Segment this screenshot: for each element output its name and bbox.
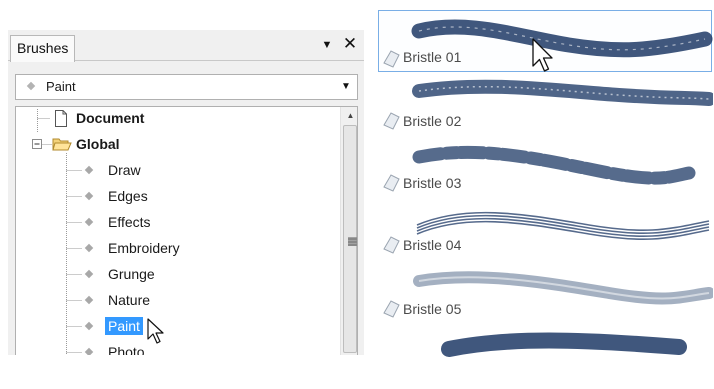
tree-item-label: Document bbox=[76, 110, 145, 126]
expander-box[interactable] bbox=[32, 139, 42, 149]
tree-item-label: Effects bbox=[108, 214, 151, 230]
tree-item-label: Nature bbox=[108, 292, 151, 308]
brush-preview-list: Bristle 01 Bristle 02 Bristle 03 Bristle… bbox=[376, 0, 714, 357]
dropdown-value: Paint bbox=[46, 79, 76, 94]
brush-item-bristle-02[interactable]: Bristle 02 bbox=[378, 74, 713, 136]
tree-item-nature[interactable]: Nature bbox=[108, 289, 150, 311]
tree-item-edges[interactable]: Edges bbox=[108, 185, 148, 207]
diamond-icon bbox=[26, 81, 36, 91]
brush-item-bristle-04[interactable]: Bristle 04 bbox=[378, 198, 712, 260]
brush-item-bristle-05[interactable]: Bristle 05 bbox=[378, 262, 713, 324]
brush-category-dropdown[interactable]: Paint ▼ bbox=[15, 74, 358, 100]
tree-item-label: Draw bbox=[108, 162, 141, 178]
tree-item-global[interactable]: Global bbox=[76, 133, 120, 155]
tree-item-grunge[interactable]: Grunge bbox=[108, 263, 155, 285]
tree-item-draw[interactable]: Draw bbox=[108, 159, 141, 181]
tree-item-photo[interactable]: Photo bbox=[108, 341, 145, 355]
brushes-panel: Brushes ▼ ✕ Paint ▼ Document Global Draw… bbox=[8, 30, 364, 355]
brush-item-bristle-01[interactable]: Bristle 01 bbox=[378, 10, 713, 72]
tree-item-label: Embroidery bbox=[108, 240, 180, 256]
tree-item-embroidery[interactable]: Embroidery bbox=[108, 237, 180, 259]
scrollbar-thumb[interactable]: ▬ ▬ ▬ bbox=[343, 125, 357, 353]
brush-label: Bristle 02 bbox=[403, 113, 462, 129]
brush-tree: Document Global Draw Edges Effects Embro… bbox=[15, 106, 358, 355]
brush-label: Bristle 04 bbox=[403, 237, 462, 253]
tree-item-label: Paint bbox=[105, 317, 143, 335]
scroll-up-arrow-icon[interactable]: ▲ bbox=[341, 107, 357, 124]
tree-item-label: Edges bbox=[108, 188, 148, 204]
brush-stroke-icon bbox=[441, 332, 687, 357]
tree-item-effects[interactable]: Effects bbox=[108, 211, 151, 233]
tree-item-document[interactable]: Document bbox=[76, 107, 144, 129]
tree-item-label: Photo bbox=[108, 344, 145, 355]
folder-open-icon bbox=[52, 138, 72, 151]
brush-label: Bristle 05 bbox=[403, 301, 462, 317]
tree-item-paint[interactable]: Paint bbox=[105, 315, 143, 337]
panel-close-button[interactable]: ✕ bbox=[341, 34, 359, 54]
panel-tab-bar: Brushes ▼ ✕ bbox=[8, 30, 364, 62]
brush-label: Bristle 03 bbox=[403, 175, 462, 191]
document-icon bbox=[55, 110, 67, 127]
brush-item-partial[interactable] bbox=[378, 326, 712, 388]
tree-item-label: Grunge bbox=[108, 266, 155, 282]
panel-menu-button[interactable]: ▼ bbox=[319, 36, 335, 54]
tree-scrollbar[interactable]: ▲ ▬ ▬ ▬ bbox=[340, 107, 357, 355]
tab-brushes[interactable]: Brushes bbox=[10, 35, 76, 62]
brush-item-bristle-03[interactable]: Bristle 03 bbox=[378, 136, 712, 198]
chevron-down-icon[interactable]: ▼ bbox=[339, 75, 353, 99]
grip-icon: ▬ ▬ ▬ bbox=[348, 232, 357, 248]
tree-item-label: Global bbox=[76, 136, 120, 152]
brush-label: Bristle 01 bbox=[403, 49, 462, 65]
